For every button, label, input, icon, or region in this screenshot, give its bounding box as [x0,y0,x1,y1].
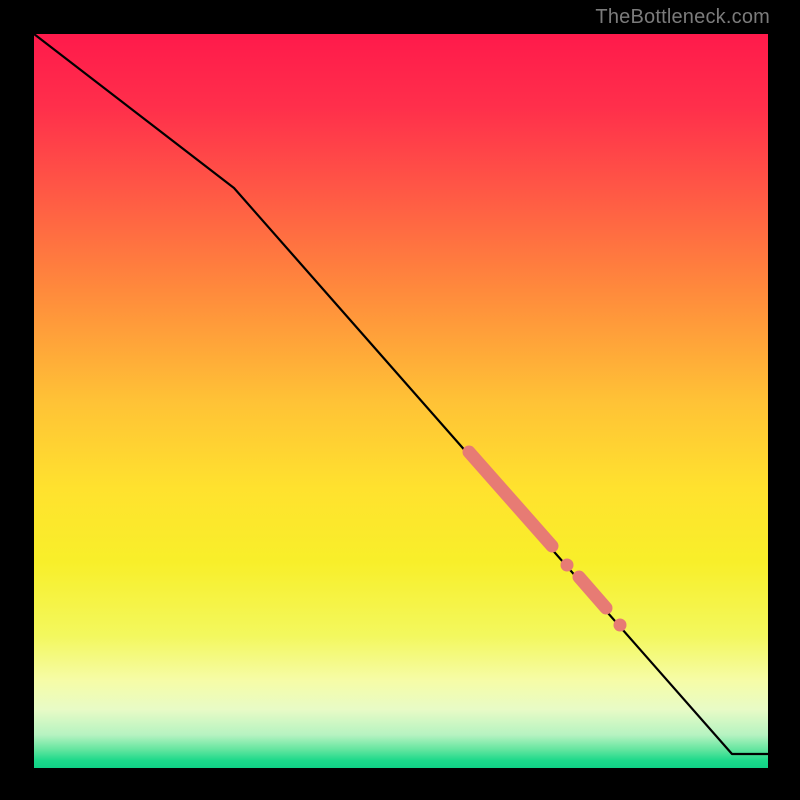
plot-area [34,34,768,768]
highlight-dot [561,559,574,572]
chart-stage: TheBottleneck.com [0,0,800,800]
highlight-dot [614,619,627,632]
gradient-background [34,34,768,768]
chart-svg [34,34,768,768]
attribution-label: TheBottleneck.com [595,6,770,29]
